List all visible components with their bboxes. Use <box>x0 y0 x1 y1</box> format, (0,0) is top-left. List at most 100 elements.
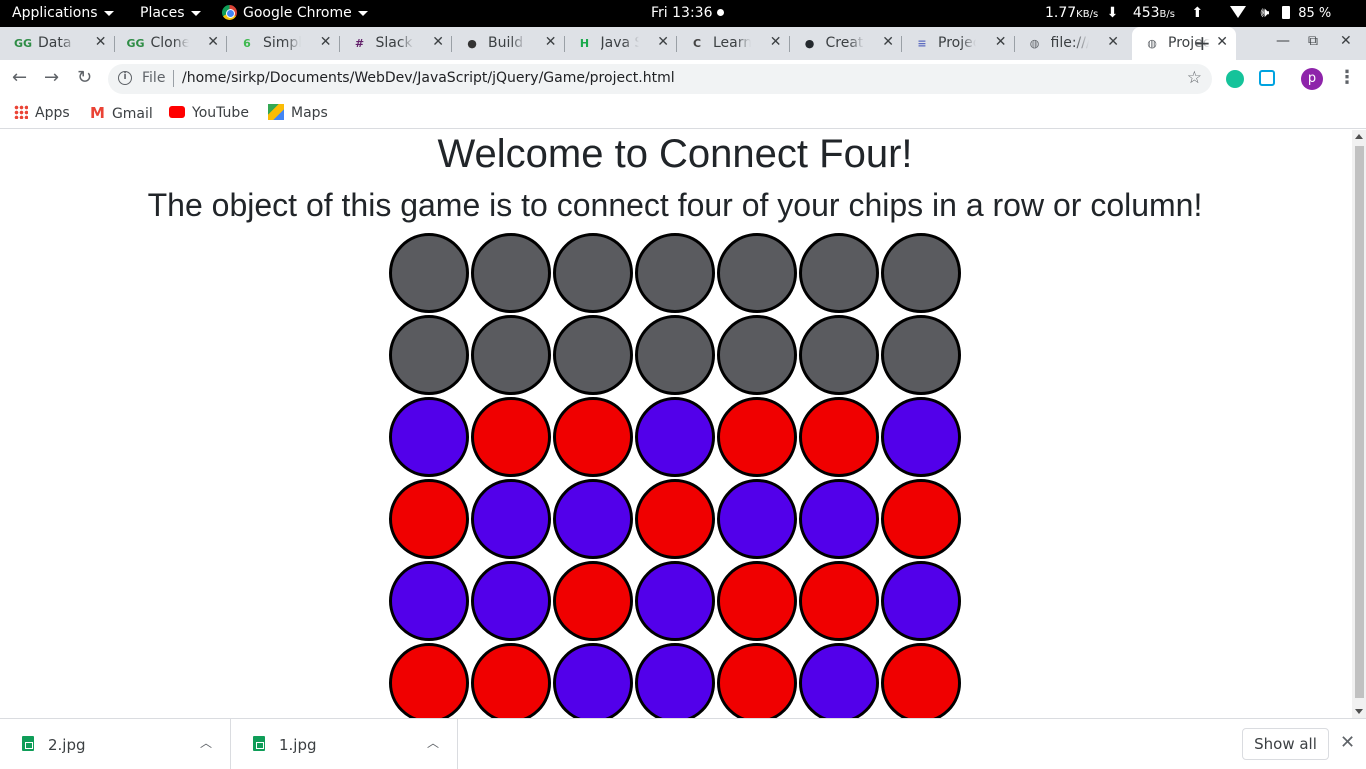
board-cell[interactable] <box>799 643 879 718</box>
new-tab-button[interactable]: + <box>1194 31 1211 55</box>
network-speed-indicator: 1.77KB/s ⬇ 453B/s ⬆ <box>1045 0 1203 27</box>
close-tab-icon[interactable]: ✕ <box>320 34 332 50</box>
tab-item[interactable]: ≡ Projec ✕ <box>902 27 1015 60</box>
board-cell[interactable] <box>389 315 469 395</box>
board-cell[interactable] <box>553 315 633 395</box>
download-item[interactable]: 2.jpg ︿ <box>0 719 231 769</box>
tab-item[interactable]: ● Create ✕ <box>790 27 902 60</box>
board-cell[interactable] <box>471 397 551 477</box>
tab-item[interactable]: GG Data S ✕ <box>2 27 115 60</box>
tab-item[interactable]: # Slack | ✕ <box>340 27 452 60</box>
board-cell[interactable] <box>635 479 715 559</box>
board-cell[interactable] <box>717 561 797 641</box>
board-cell[interactable] <box>881 561 961 641</box>
board-cell[interactable] <box>389 397 469 477</box>
profile-avatar[interactable]: p <box>1301 68 1323 90</box>
close-downloads-icon[interactable]: ✕ <box>1340 732 1355 753</box>
board-cell[interactable] <box>717 397 797 477</box>
info-icon[interactable]: i <box>118 71 132 85</box>
board-cell[interactable] <box>717 643 797 718</box>
board-cell[interactable] <box>635 561 715 641</box>
back-button[interactable]: ← <box>12 68 27 88</box>
bookmark-star-icon[interactable]: ☆ <box>1187 68 1202 88</box>
board-cell[interactable] <box>635 315 715 395</box>
bookmark-youtube[interactable]: YouTube <box>169 102 249 124</box>
forward-button[interactable]: → <box>44 68 59 88</box>
board-cell[interactable] <box>881 315 961 395</box>
board-cell[interactable] <box>389 643 469 718</box>
scrollbar-thumb[interactable] <box>1355 146 1364 698</box>
applications-menu[interactable]: Applications <box>12 0 114 27</box>
board-cell[interactable] <box>717 315 797 395</box>
download-item[interactable]: 1.jpg ︿ <box>231 719 458 769</box>
show-all-button[interactable]: Show all <box>1242 728 1329 760</box>
board-cell[interactable] <box>881 233 961 313</box>
board-cell[interactable] <box>881 397 961 477</box>
board-cell[interactable] <box>635 233 715 313</box>
clock[interactable]: Fri 13:36 <box>651 0 725 27</box>
close-tab-icon[interactable]: ✕ <box>657 34 669 50</box>
board-cell[interactable] <box>553 561 633 641</box>
more-menu-icon[interactable]: ⋮ <box>1338 67 1356 88</box>
board-cell[interactable] <box>471 479 551 559</box>
close-tab-icon[interactable]: ✕ <box>545 34 557 50</box>
address-bar[interactable]: i File /home/sirkp/Documents/WebDev/Java… <box>108 64 1212 94</box>
board-row <box>389 233 965 315</box>
bookmark-maps[interactable]: Maps <box>268 102 328 124</box>
tab-item[interactable]: 6 Simple ✕ <box>227 27 340 60</box>
board-cell[interactable] <box>471 643 551 718</box>
chevron-up-icon[interactable]: ︿ <box>200 734 212 751</box>
app-menu[interactable]: Google Chrome <box>222 0 368 27</box>
close-tab-icon[interactable]: ✕ <box>1107 34 1119 50</box>
board-cell[interactable] <box>471 561 551 641</box>
board-cell[interactable] <box>635 643 715 718</box>
close-tab-icon[interactable]: ✕ <box>882 34 894 50</box>
board-cell[interactable] <box>389 561 469 641</box>
board-cell[interactable] <box>553 479 633 559</box>
board-cell[interactable] <box>389 233 469 313</box>
bookmark-apps[interactable]: Apps <box>14 102 70 124</box>
board-cell[interactable] <box>471 233 551 313</box>
chevron-up-icon[interactable]: ︿ <box>427 734 439 751</box>
board-cell[interactable] <box>717 233 797 313</box>
close-tab-icon[interactable]: ✕ <box>1216 34 1228 50</box>
url-text[interactable]: /home/sirkp/Documents/WebDev/JavaScript/… <box>182 70 675 86</box>
extension-icon[interactable] <box>1259 70 1275 86</box>
close-tab-icon[interactable]: ✕ <box>770 34 782 50</box>
board-cell[interactable] <box>553 397 633 477</box>
board-cell[interactable] <box>799 561 879 641</box>
reload-button[interactable]: ↻ <box>77 68 92 88</box>
board-cell[interactable] <box>553 643 633 718</box>
board-cell[interactable] <box>881 643 961 718</box>
scroll-up-icon[interactable] <box>1355 134 1363 139</box>
close-tab-icon[interactable]: ✕ <box>432 34 444 50</box>
board-cell[interactable] <box>881 479 961 559</box>
board-cell[interactable] <box>471 315 551 395</box>
tab-item[interactable]: GG Clone ✕ <box>115 27 227 60</box>
board-cell[interactable] <box>717 479 797 559</box>
board-cell[interactable] <box>553 233 633 313</box>
board-cell[interactable] <box>799 233 879 313</box>
close-tab-icon[interactable]: ✕ <box>95 34 107 50</box>
tab-item[interactable]: ● Build r ✕ <box>452 27 565 60</box>
bookmark-gmail[interactable]: M Gmail <box>90 102 153 124</box>
scroll-down-icon[interactable] <box>1355 709 1363 714</box>
board-cell[interactable] <box>799 315 879 395</box>
status-area[interactable]: 🕪 85 % <box>1230 0 1331 27</box>
board-cell[interactable] <box>389 479 469 559</box>
tab-item[interactable]: H Java S ✕ <box>565 27 677 60</box>
board-cell[interactable] <box>635 397 715 477</box>
board-cell[interactable] <box>799 479 879 559</box>
restore-button[interactable]: ⧉ <box>1308 33 1318 49</box>
board-cell[interactable] <box>799 397 879 477</box>
close-tab-icon[interactable]: ✕ <box>207 34 219 50</box>
tab-item[interactable]: ◍ file:/// ✕ <box>1015 27 1128 60</box>
tab-item[interactable]: ◍ Projec ✕ <box>1132 27 1236 60</box>
minimize-button[interactable]: — <box>1276 33 1290 49</box>
close-window-button[interactable]: ✕ <box>1340 33 1352 49</box>
places-menu[interactable]: Places <box>140 0 201 27</box>
grammarly-icon[interactable] <box>1226 70 1244 88</box>
close-tab-icon[interactable]: ✕ <box>995 34 1007 50</box>
tab-item[interactable]: C Learn ✕ <box>677 27 790 60</box>
page-scrollbar[interactable] <box>1352 130 1366 718</box>
